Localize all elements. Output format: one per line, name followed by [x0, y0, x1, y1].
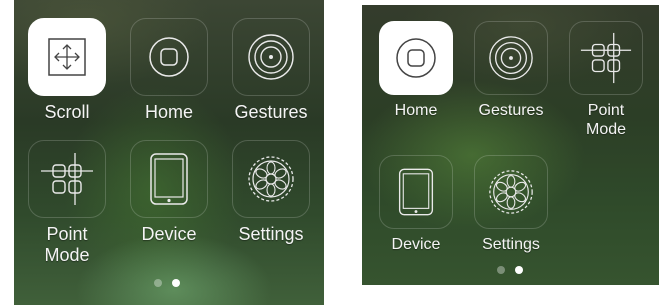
- home-icon: [149, 37, 189, 77]
- gestures-icon: [248, 34, 294, 80]
- assistive-touch-menu-left: Scroll Home Gestures Point Mode Device S…: [14, 0, 324, 305]
- scroll-tile[interactable]: [28, 18, 106, 96]
- device-label: Device: [141, 224, 197, 244]
- settings-button[interactable]: Settings: [466, 155, 556, 254]
- device-icon: [150, 153, 188, 205]
- device-label: Device: [391, 236, 441, 253]
- gestures-button[interactable]: Gestures: [226, 18, 316, 123]
- device-icon: [398, 168, 434, 216]
- scroll-icon: [48, 38, 86, 76]
- settings-icon: [248, 156, 294, 202]
- point-mode-button[interactable]: Point Mode: [22, 140, 112, 266]
- assistive-touch-menu-right: Home Gestures Point Mode Device Settings: [362, 5, 659, 285]
- point-mode-tile[interactable]: [569, 21, 643, 95]
- settings-button[interactable]: Settings: [226, 140, 316, 245]
- device-button[interactable]: Device: [124, 140, 214, 245]
- settings-icon: [489, 170, 533, 214]
- device-tile[interactable]: [130, 140, 208, 218]
- gestures-icon: [489, 36, 533, 80]
- device-tile[interactable]: [379, 155, 453, 229]
- point-mode-icon: [41, 153, 93, 205]
- home-tile[interactable]: [379, 21, 453, 95]
- home-label: Home: [144, 102, 193, 122]
- gestures-label: Gestures: [478, 102, 544, 119]
- page-dot-1[interactable]: [497, 266, 505, 274]
- home-icon: [396, 38, 436, 78]
- page-dot-2[interactable]: [515, 266, 523, 274]
- scroll-button[interactable]: Scroll: [22, 18, 112, 123]
- scroll-label: Scroll: [44, 102, 90, 122]
- gestures-tile[interactable]: [232, 18, 310, 96]
- home-label: Home: [394, 102, 438, 119]
- page-indicator[interactable]: [154, 279, 180, 287]
- gestures-label: Gestures: [234, 102, 308, 122]
- gestures-button[interactable]: Gestures: [466, 21, 556, 120]
- point-mode-button[interactable]: Point Mode: [561, 21, 651, 139]
- settings-label: Settings: [238, 224, 304, 244]
- home-tile[interactable]: [130, 18, 208, 96]
- device-button[interactable]: Device: [371, 155, 461, 254]
- point-mode-label: Point Mode: [44, 224, 90, 265]
- settings-label: Settings: [482, 236, 540, 253]
- gestures-tile[interactable]: [474, 21, 548, 95]
- page-indicator[interactable]: [497, 266, 523, 274]
- page-dot-2[interactable]: [172, 279, 180, 287]
- point-mode-icon: [580, 32, 632, 84]
- settings-tile[interactable]: [232, 140, 310, 218]
- page-dot-1[interactable]: [154, 279, 162, 287]
- home-button[interactable]: Home: [371, 21, 461, 120]
- settings-tile[interactable]: [474, 155, 548, 229]
- point-mode-tile[interactable]: [28, 140, 106, 218]
- point-mode-label: Point Mode: [585, 102, 627, 138]
- home-button[interactable]: Home: [124, 18, 214, 123]
